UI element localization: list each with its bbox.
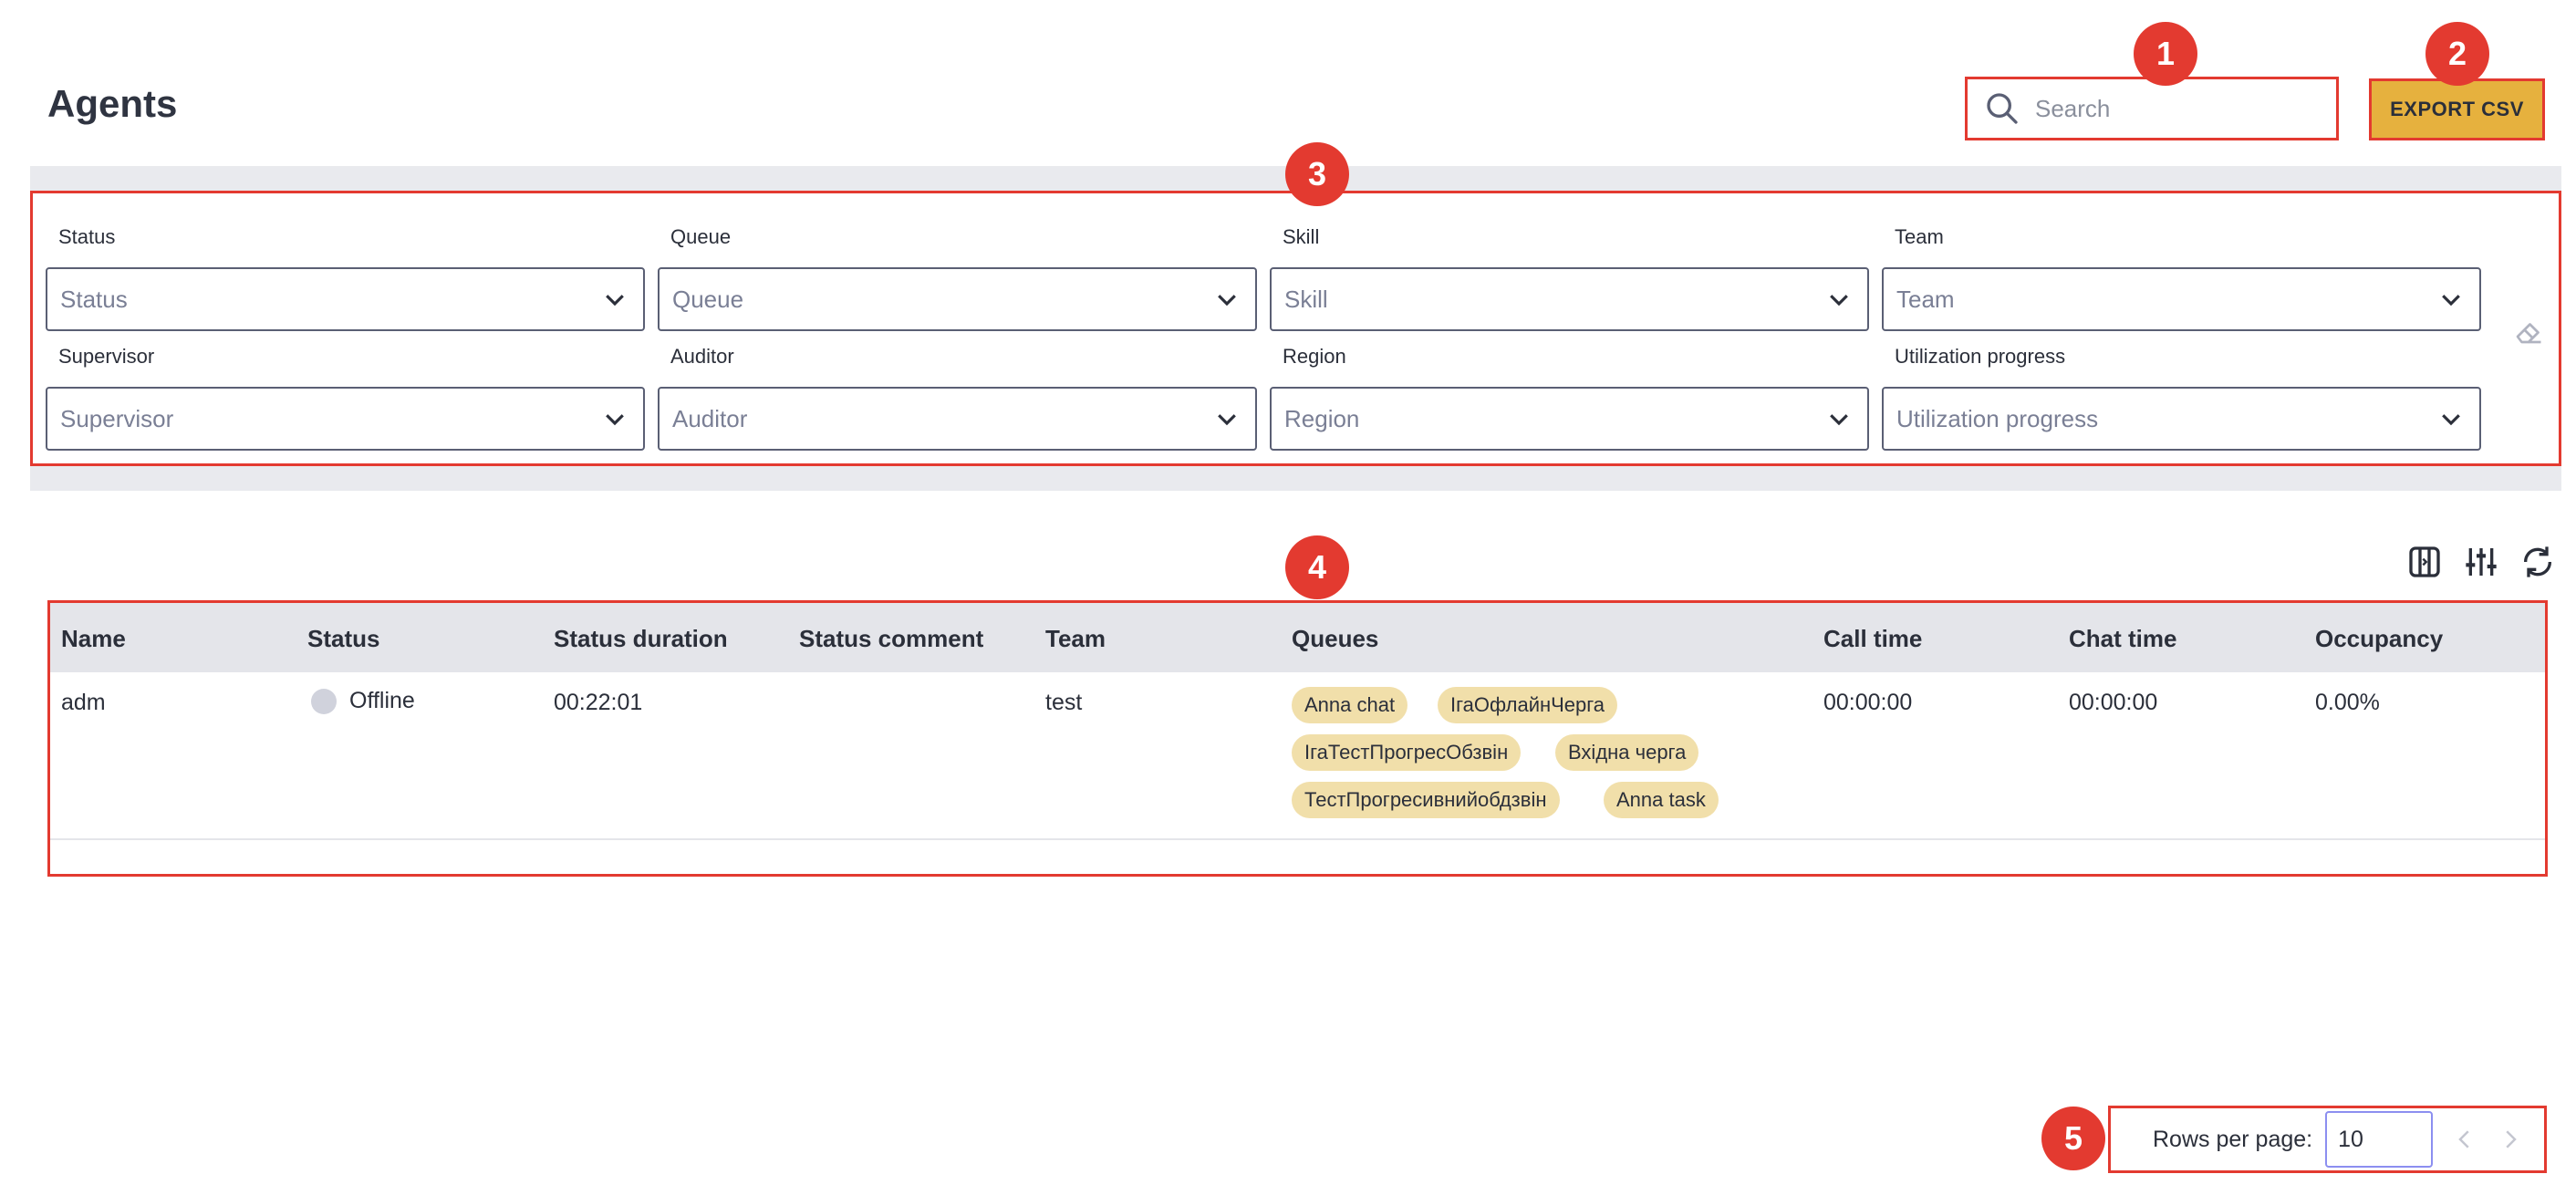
select-placeholder: Skill <box>1284 285 1328 313</box>
select-placeholder: Queue <box>672 285 744 313</box>
cell-occupancy: 0.00% <box>2315 690 2380 715</box>
filter-label: Team <box>1895 225 1944 248</box>
select-placeholder: Auditor <box>672 404 748 432</box>
status-select[interactable]: Status <box>46 267 645 331</box>
status-dot-icon <box>311 689 337 715</box>
column-header[interactable]: Status <box>307 625 379 653</box>
filter-label: Utilization progress <box>1895 345 2066 368</box>
select-placeholder: Utilization progress <box>1896 404 2099 432</box>
refresh-icon[interactable] <box>2519 544 2556 580</box>
filter-skill: Skill Skill <box>1270 225 1869 331</box>
page-title: Agents <box>47 82 178 125</box>
region-select[interactable]: Region <box>1270 387 1869 451</box>
chevron-right-icon[interactable] <box>2497 1126 2524 1153</box>
pagination: Rows per page: 10 <box>2108 1106 2547 1173</box>
cell-call-time: 00:00:00 <box>1823 690 1913 715</box>
annotation-marker: 3 <box>1285 142 1349 206</box>
chevron-down-icon <box>606 295 624 307</box>
column-header[interactable]: Chat time <box>2069 625 2176 653</box>
chevron-left-icon[interactable] <box>2451 1126 2478 1153</box>
row-divider <box>50 838 2545 840</box>
annotation-marker: 5 <box>2041 1107 2105 1170</box>
filter-queue: Queue Queue <box>658 225 1257 331</box>
chevron-down-icon <box>1218 414 1236 426</box>
skill-select[interactable]: Skill <box>1270 267 1869 331</box>
team-select[interactable]: Team <box>1882 267 2481 331</box>
queue-chip: Anna task <box>1604 782 1719 818</box>
cell-chat-time: 00:00:00 <box>2069 690 2158 715</box>
filter-supervisor: Supervisor Supervisor <box>46 345 645 451</box>
utilization-progress-select[interactable]: Utilization progress <box>1882 387 2481 451</box>
chevron-down-icon <box>1830 295 1848 307</box>
chevron-down-icon <box>606 414 624 426</box>
filter-label: Region <box>1283 345 1346 368</box>
cell-team: test <box>1045 690 1083 715</box>
search-icon <box>1987 93 2018 124</box>
expand-columns-icon[interactable] <box>2406 544 2443 580</box>
table-header: Name Status Status duration Status comme… <box>50 603 2545 672</box>
filter-utilization-progress: Utilization progress Utilization progres… <box>1882 345 2481 451</box>
column-header[interactable]: Team <box>1045 625 1106 653</box>
status-text: Offline <box>349 688 415 713</box>
column-header[interactable]: Status comment <box>799 625 983 653</box>
agents-table: Name Status Status duration Status comme… <box>47 600 2548 877</box>
filter-status: Status Status <box>46 225 645 331</box>
column-header[interactable]: Name <box>61 625 126 653</box>
select-placeholder: Supervisor <box>60 404 174 432</box>
annotation-marker: 2 <box>2425 22 2489 86</box>
column-header[interactable]: Call time <box>1823 625 1922 653</box>
filter-label: Skill <box>1283 225 1320 248</box>
queue-chip: Anna chat <box>1292 687 1408 723</box>
column-settings-icon[interactable] <box>2463 544 2499 580</box>
export-csv-button[interactable]: EXPORT CSV <box>2369 78 2545 140</box>
search-input[interactable] <box>2035 94 2309 123</box>
filter-label: Auditor <box>670 345 734 368</box>
queue-chip: Вхідна черга <box>1555 734 1699 771</box>
auditor-select[interactable]: Auditor <box>658 387 1257 451</box>
filter-label: Supervisor <box>58 345 155 368</box>
select-placeholder: Region <box>1284 404 1360 432</box>
queue-select[interactable]: Queue <box>658 267 1257 331</box>
chevron-down-icon <box>2442 295 2460 307</box>
eraser-icon[interactable] <box>2511 315 2546 348</box>
filter-auditor: Auditor Auditor <box>658 345 1257 451</box>
queue-chip: ІгаОфлайнЧерга <box>1438 687 1618 723</box>
chevron-down-icon <box>2442 414 2460 426</box>
filter-label: Queue <box>670 225 732 248</box>
select-placeholder: Team <box>1896 285 1955 313</box>
annotation-marker: 4 <box>1285 535 1349 599</box>
annotation-marker: 1 <box>2134 22 2197 86</box>
column-header[interactable]: Occupancy <box>2315 625 2443 653</box>
cell-name: adm <box>61 690 106 715</box>
queue-chip: ТестПрогресивнийобдзвін <box>1292 782 1560 818</box>
column-header[interactable]: Status duration <box>554 625 728 653</box>
queue-chip: ІгаТестПрогресОбзвін <box>1292 734 1522 771</box>
supervisor-select[interactable]: Supervisor <box>46 387 645 451</box>
table-toolbar <box>2406 544 2556 580</box>
search-box[interactable] <box>1965 77 2339 140</box>
select-placeholder: Status <box>60 285 128 313</box>
cell-status: Offline <box>311 688 415 715</box>
chevron-down-icon <box>1830 414 1848 426</box>
filter-region: Region Region <box>1270 345 1869 451</box>
column-header[interactable]: Queues <box>1292 625 1378 653</box>
chevron-down-icon <box>1218 295 1236 307</box>
filter-team: Team Team <box>1882 225 2481 331</box>
cell-status-duration: 00:22:01 <box>554 690 643 715</box>
rows-per-page-input[interactable]: 10 <box>2325 1111 2434 1168</box>
filters-panel: Status Status Queue Queue Skill Skill Te… <box>30 191 2561 466</box>
rows-per-page-label: Rows per page: <box>2153 1126 2313 1152</box>
filter-label: Status <box>58 225 116 248</box>
